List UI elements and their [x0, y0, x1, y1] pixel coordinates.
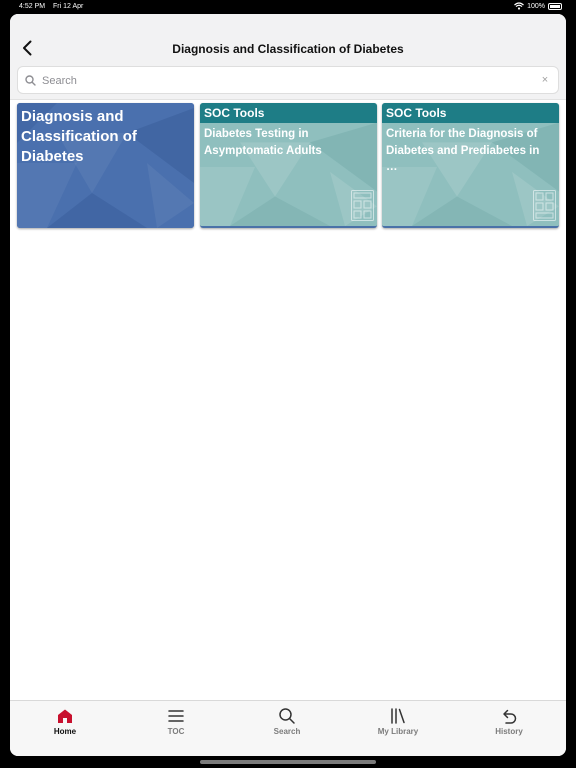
- card-header: SOC Tools: [382, 103, 559, 123]
- card-diabetes-testing[interactable]: SOC Tools Diabetes Testing in Asymptomat…: [200, 103, 377, 228]
- card-criteria-diagnosis[interactable]: SOC Tools Criteria for the Diagnosis of …: [382, 103, 559, 228]
- tab-history[interactable]: History: [469, 701, 549, 756]
- navigation-bar: Diagnosis and Classification of Diabetes: [10, 14, 566, 64]
- search-icon: [25, 75, 36, 86]
- tab-label: My Library: [377, 727, 419, 736]
- search-icon: [279, 708, 295, 724]
- app-window: Diagnosis and Classification of Diabetes…: [10, 14, 566, 756]
- tab-label: Search: [273, 727, 301, 736]
- status-left: 4:52 PM Fri 12 Apr: [19, 3, 89, 10]
- home-icon: [58, 709, 72, 723]
- calculator-icon: [533, 190, 556, 221]
- tab-bar: Home TOC Search My Library History: [10, 700, 566, 756]
- library-icon: [391, 708, 405, 724]
- status-time: 4:52 PM: [19, 3, 46, 10]
- list-icon: [168, 710, 184, 722]
- home-indicator[interactable]: [200, 760, 376, 764]
- search-bar: ×: [10, 64, 566, 100]
- status-bar: 4:52 PM Fri 12 Apr 100%: [0, 0, 576, 14]
- card-title: Criteria for the Diagnosis of Diabetes a…: [386, 128, 540, 173]
- tab-label: TOC: [167, 727, 185, 736]
- content-cards: Diagnosis and Classification of Diabetes…: [17, 103, 559, 229]
- tab-my-library[interactable]: My Library: [358, 701, 438, 756]
- history-icon: [503, 709, 517, 724]
- tab-home[interactable]: Home: [25, 701, 105, 756]
- battery-icon: [548, 2, 562, 10]
- wifi-icon: [514, 2, 524, 10]
- card-header: SOC Tools: [200, 103, 377, 123]
- tab-label: History: [495, 727, 523, 736]
- page-title: Diagnosis and Classification of Diabetes: [172, 42, 404, 56]
- clear-search-button[interactable]: ×: [538, 73, 552, 87]
- card-title: Diabetes Testing in Asymptomatic Adults: [204, 128, 322, 157]
- search-input[interactable]: [42, 71, 532, 91]
- card-diagnosis-classification[interactable]: Diagnosis and Classification of Diabetes: [17, 103, 194, 228]
- status-date: Fri 12 Apr: [53, 3, 84, 10]
- calculator-icon: [351, 190, 374, 221]
- card-title: Diagnosis and Classification of Diabetes: [21, 108, 137, 165]
- battery-percent: 100%: [527, 2, 545, 10]
- tab-toc[interactable]: TOC: [136, 701, 216, 756]
- status-right: 100%: [514, 2, 562, 10]
- search-field[interactable]: ×: [17, 66, 559, 94]
- tab-label: Home: [53, 727, 77, 736]
- tab-search[interactable]: Search: [247, 701, 327, 756]
